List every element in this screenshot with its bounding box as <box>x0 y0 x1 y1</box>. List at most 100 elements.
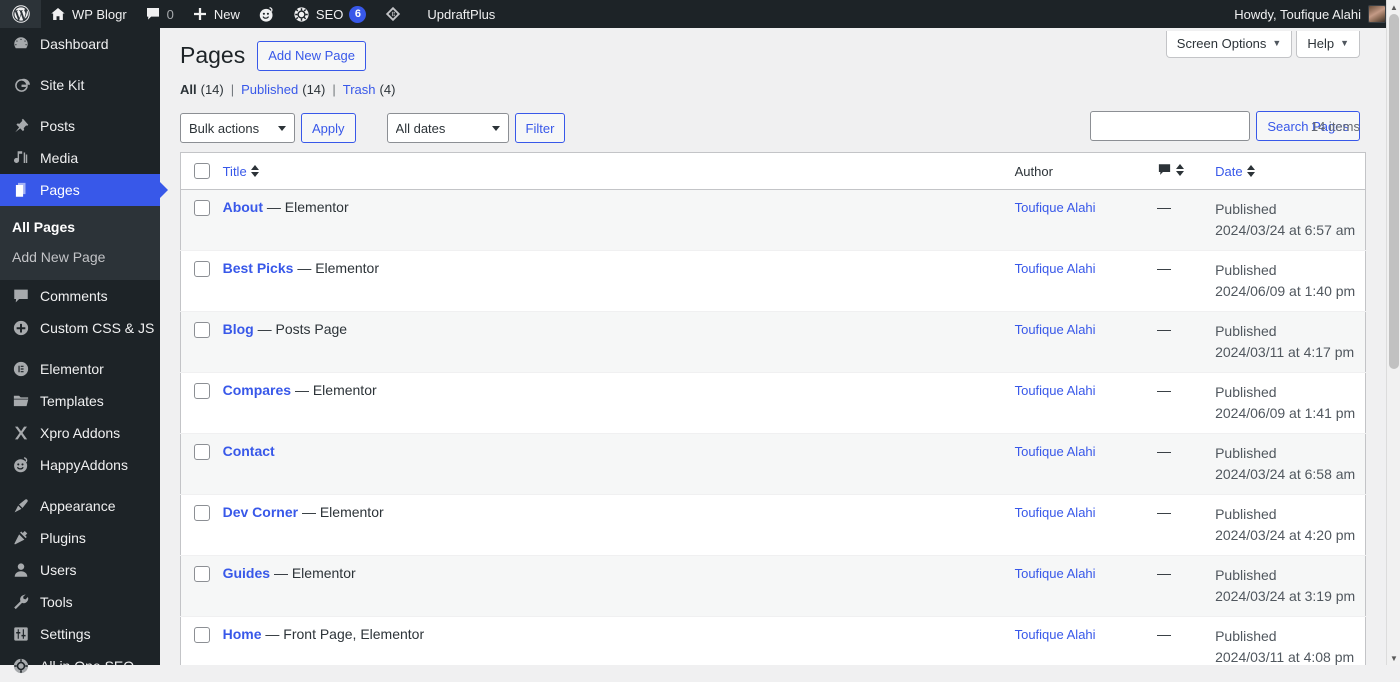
sidebar-item-users[interactable]: Users <box>0 554 160 586</box>
row-title-cell: Best Picks — Elementor <box>222 250 1015 312</box>
author-link[interactable]: Toufique Alahi <box>1015 261 1096 276</box>
sidebar-item-label: Media <box>40 150 79 166</box>
table-row[interactable]: Blog — Posts Page Toufique Alahi — Publishe… <box>180 311 1366 373</box>
page-title-link[interactable]: Best Picks <box>223 260 294 276</box>
page-title-link[interactable]: Home <box>223 626 262 642</box>
column-header-comments[interactable] <box>1156 152 1216 191</box>
my-account-menu[interactable]: Howdy, Toufique Alahi <box>1225 0 1400 28</box>
author-link[interactable]: Toufique Alahi <box>1015 444 1096 459</box>
author-link[interactable]: Toufique Alahi <box>1015 566 1096 581</box>
page-title-link[interactable]: About <box>223 199 263 215</box>
page-title-link[interactable]: Contact <box>223 443 275 459</box>
sidebar-item-plugins[interactable]: Plugins <box>0 522 160 554</box>
row-select-checkbox[interactable] <box>194 383 210 400</box>
row-date-cell: Published 2024/03/24 at 3:19 pm <box>1215 555 1366 617</box>
happyaddons-face-icon <box>258 6 275 23</box>
view-link-trash[interactable]: Trash <box>343 82 376 97</box>
page-title-link[interactable]: Dev Corner <box>223 504 298 520</box>
row-comments-cell: — <box>1156 494 1216 556</box>
view-link-published[interactable]: Published <box>241 82 298 97</box>
sidebar-item-label: HappyAddons <box>40 457 128 474</box>
elementor-menu[interactable] <box>375 0 411 28</box>
row-select-checkbox[interactable] <box>194 505 210 522</box>
sort-title-link[interactable]: Title <box>223 164 247 179</box>
page-scrollbar[interactable]: ▲ ▼ <box>1386 0 1400 665</box>
page-title-link[interactable]: Blog <box>223 321 254 337</box>
sidebar-item-tools[interactable]: Tools <box>0 586 160 618</box>
table-row[interactable]: Guides — Elementor Toufique Alahi — Publish… <box>180 555 1366 617</box>
table-row[interactable]: Dev Corner — Elementor Toufique Alahi — Pub… <box>180 494 1366 556</box>
sidebar-item-templates[interactable]: Templates <box>0 385 160 417</box>
sidebar-item-posts[interactable]: Posts <box>0 110 160 142</box>
seo-menu[interactable]: SEO 6 <box>284 0 375 28</box>
sort-date-link[interactable]: Date <box>1215 164 1242 179</box>
page-title-link[interactable]: Guides <box>223 565 270 581</box>
author-link[interactable]: Toufique Alahi <box>1015 627 1096 642</box>
new-content-menu[interactable]: New <box>183 0 249 28</box>
table-row[interactable]: Best Picks — Elementor Toufique Alahi — Pub… <box>180 250 1366 312</box>
sidebar-item-site-kit[interactable]: Site Kit <box>0 69 160 101</box>
row-select-cell <box>180 372 223 434</box>
table-row[interactable]: About — Elementor Toufique Alahi — Publishe… <box>180 189 1366 251</box>
row-select-checkbox[interactable] <box>194 444 210 461</box>
site-name-menu[interactable]: WP Blogr <box>41 0 136 28</box>
column-header-date[interactable]: Date <box>1215 152 1366 191</box>
help-toggle[interactable]: Help ▼ <box>1296 31 1360 58</box>
table-row[interactable]: Contact Toufique Alahi — Published 2024/03/2… <box>180 433 1366 495</box>
sidebar-item-custom-css-js[interactable]: Custom CSS & JS <box>0 312 160 344</box>
sidebar-item-happyaddons[interactable]: HappyAddons <box>0 449 160 481</box>
screen-options-toggle[interactable]: Screen Options ▼ <box>1165 31 1293 58</box>
row-select-checkbox[interactable] <box>194 200 210 217</box>
bulk-actions-select[interactable]: Bulk actions <box>180 113 295 144</box>
help-label: Help <box>1307 36 1335 51</box>
row-select-checkbox[interactable] <box>194 322 210 339</box>
author-link[interactable]: Toufique Alahi <box>1015 322 1096 337</box>
updraftplus-menu[interactable]: UpdraftPlus <box>411 0 504 28</box>
sidebar-item-settings[interactable]: Settings <box>0 618 160 650</box>
wordpress-logo-menu[interactable] <box>0 0 41 28</box>
filter-button[interactable]: Filter <box>514 113 566 144</box>
sidebar-item-dashboard[interactable]: Dashboard <box>0 28 160 60</box>
menu-separator <box>0 481 160 490</box>
author-link[interactable]: Toufique Alahi <box>1015 505 1096 520</box>
scroll-down-arrow-icon[interactable]: ▼ <box>1387 651 1400 665</box>
row-select-checkbox[interactable] <box>194 566 210 583</box>
sidebar-item-xpro-addons[interactable]: Xpro Addons <box>0 417 160 449</box>
submenu-item-add-new-page[interactable]: Add New Page <box>0 242 160 272</box>
view-link-all[interactable]: All <box>180 82 197 97</box>
author-link[interactable]: Toufique Alahi <box>1015 200 1096 215</box>
sidebar-item-elementor[interactable]: Elementor <box>0 353 160 385</box>
table-row[interactable]: Compares — Elementor Toufique Alahi — Publi… <box>180 372 1366 434</box>
date-filter-select[interactable]: All dates <box>386 113 509 144</box>
select-all-header <box>180 152 223 191</box>
user-icon <box>11 560 31 580</box>
sidebar-item-media[interactable]: Media <box>0 142 160 174</box>
add-new-page-button[interactable]: Add New Page <box>257 41 366 72</box>
page-title-link[interactable]: Compares <box>223 382 291 398</box>
scrollbar-thumb[interactable] <box>1389 14 1399 369</box>
row-date-cell: Published 2024/06/09 at 1:41 pm <box>1215 372 1366 434</box>
row-select-checkbox[interactable] <box>194 261 210 278</box>
happyaddons-menu[interactable] <box>249 0 284 28</box>
howdy-label: Howdy, Toufique Alahi <box>1234 6 1361 22</box>
sidebar-item-appearance[interactable]: Appearance <box>0 490 160 522</box>
sidebar-item-all-in-one-seo[interactable]: All in One SEO <box>0 650 160 682</box>
sidebar-item-comments[interactable]: Comments <box>0 280 160 312</box>
page-title-suffix: — Elementor <box>297 260 380 277</box>
submenu-item-all-pages[interactable]: All Pages <box>0 212 160 242</box>
scroll-up-arrow-icon[interactable]: ▲ <box>1387 0 1400 14</box>
author-link[interactable]: Toufique Alahi <box>1015 383 1096 398</box>
sidebar-item-label: Elementor <box>40 361 104 378</box>
column-header-title[interactable]: Title <box>222 152 1015 191</box>
row-select-cell <box>180 311 223 373</box>
views-filter-links: All (14) | Published (14) | Trash (4) <box>180 82 1366 97</box>
comments-menu[interactable]: 0 <box>136 0 183 28</box>
table-row[interactable]: Home — Front Page, Elementor Toufique Ala… <box>180 616 1366 665</box>
row-select-checkbox[interactable] <box>194 627 210 644</box>
apply-button[interactable]: Apply <box>301 113 356 144</box>
select-all-checkbox[interactable] <box>194 163 210 180</box>
seo-notification-count: 6 <box>349 5 367 23</box>
sidebar-item-pages[interactable]: Pages <box>0 174 168 206</box>
row-comments-cell: — <box>1156 433 1216 495</box>
row-title-cell: Home — Front Page, Elementor <box>222 616 1015 665</box>
